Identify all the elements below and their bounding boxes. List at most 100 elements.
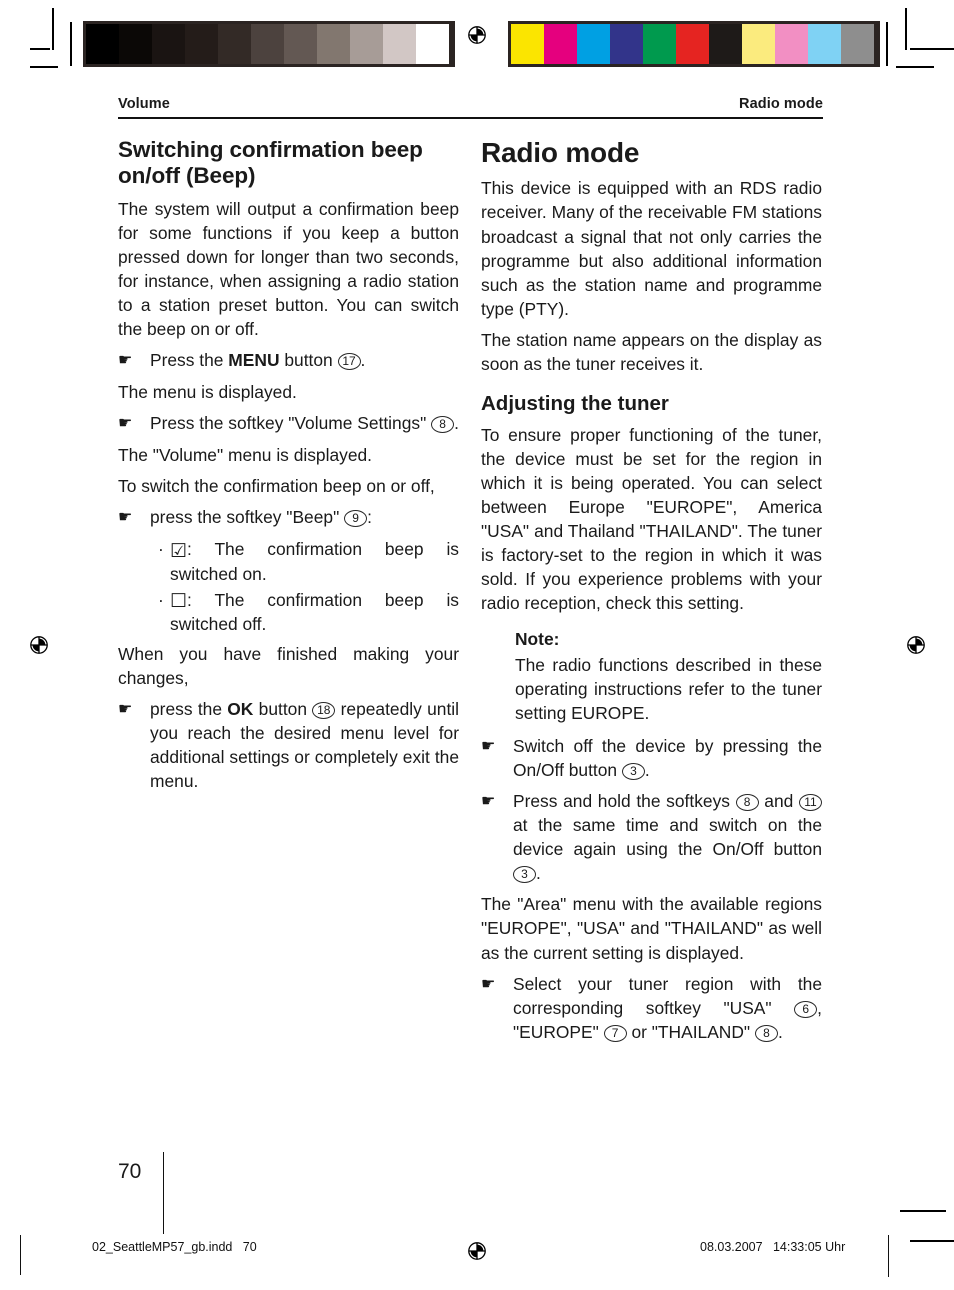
step-text-mid-2: at the same time and switch on the devic…	[513, 815, 822, 860]
running-head-left: Volume	[118, 96, 170, 112]
crop-mark-bottom-right-bleed	[910, 1240, 954, 1242]
reference-number: 3	[513, 866, 536, 884]
step-press-ok: ☛ press the OK button 18 repeatedly unti…	[118, 697, 459, 793]
running-head-right: Radio mode	[739, 96, 823, 112]
left-section-heading: Switching confirmation beep on/off (Beep…	[118, 137, 423, 189]
note-block: Note: The radio functions described in t…	[481, 627, 822, 724]
gray-swatch-8	[350, 24, 383, 64]
step-text: Press and hold the softkeys 8 and 11 at …	[513, 789, 822, 885]
step-text: Select your tuner region with the corres…	[513, 972, 822, 1044]
step-text-post: :	[367, 507, 372, 528]
left-intro-paragraph: The system will output a confirmation be…	[118, 198, 459, 340]
radio-mode-paragraph-2: The station name appears on the display …	[481, 329, 822, 375]
crop-mark-top-left-bleed	[30, 66, 58, 68]
gray-swatch-0	[86, 24, 119, 64]
folio-rule	[163, 1152, 164, 1234]
checkbox-checked-icon: ☑	[170, 540, 188, 562]
gray-swatch-5	[251, 24, 284, 64]
step-press-hold-softkeys: ☛ Press and hold the softkeys 8 and 11 a…	[481, 789, 822, 885]
option-text: ☑: The confirmation beep is switched on.	[170, 537, 459, 585]
step-text-post: .	[536, 863, 541, 884]
step-press-volume-settings: ☛ Press the softkey "Volume Settings" 8.	[118, 411, 459, 436]
gray-swatch-10	[416, 24, 449, 64]
gray-swatch-2	[152, 24, 185, 64]
registration-mark-right	[903, 632, 929, 658]
step-press-menu: ☛ Press the MENU button 17.	[118, 348, 459, 373]
crop-mark-top-right-horizontal	[910, 48, 954, 50]
color-swatch-7	[742, 24, 775, 64]
step-text: Press the softkey "Volume Settings" 8.	[150, 411, 459, 436]
step-text-pre: Select your tuner region with the corres…	[513, 973, 822, 1018]
step-text-pre: Press and hold the softkeys	[513, 791, 736, 812]
step-text-pre: press the softkey "Beep"	[150, 507, 345, 528]
note-body: The radio functions described in these o…	[515, 654, 822, 723]
step-text-mid: and	[758, 791, 799, 812]
hand-bullet-icon: ☛	[481, 793, 496, 811]
footer-filename: 02_SeattleMP57_gb.indd 70	[92, 1240, 257, 1254]
registration-mark-top-center	[464, 22, 490, 48]
gray-swatch-3	[185, 24, 218, 64]
step-text-pre: Press the softkey "Volume Settings"	[150, 413, 432, 434]
reference-number: 17	[337, 353, 361, 371]
gray-swatch-4	[218, 24, 251, 64]
footer-rule-right	[888, 1235, 889, 1277]
step-text-mid: button	[279, 350, 338, 371]
step-text-post: .	[360, 350, 366, 371]
step-text-mid-2: or "THAILAND"	[626, 1021, 755, 1042]
step-text-post: .	[777, 1021, 783, 1042]
color-calibration-bar	[508, 21, 880, 67]
closing-paragraph: When you have finished making your chang…	[118, 643, 459, 688]
page-number: 70	[118, 1160, 142, 1183]
crop-mark-top-right-bleed	[896, 66, 934, 68]
checkbox-empty-icon: ☐	[170, 591, 188, 613]
reference-number: 8	[735, 794, 759, 812]
step-text-post: .	[644, 759, 650, 780]
hand-bullet-icon: ☛	[118, 352, 133, 370]
crop-mark-top-right-trim-vertical	[886, 22, 888, 66]
reference-number: 7	[603, 1024, 627, 1042]
left-column: Switching confirmation beep on/off (Beep…	[118, 137, 459, 1051]
step-text-bold: OK	[227, 699, 254, 720]
color-swatch-2	[577, 24, 610, 64]
color-swatch-0	[511, 24, 544, 64]
running-head: Volume Radio mode	[118, 96, 823, 117]
color-swatch-5	[676, 24, 709, 64]
lead-switch-beep: To switch the confirmation beep on or of…	[118, 476, 435, 497]
result-area-menu: The "Area" menu with the available regio…	[481, 894, 822, 963]
hand-bullet-icon: ☛	[481, 737, 496, 755]
step-text: press the OK button 18 repeatedly until …	[150, 697, 459, 793]
reference-number: 8	[754, 1024, 778, 1042]
hand-bullet-icon: ☛	[118, 415, 133, 433]
adjusting-tuner-heading: Adjusting the tuner	[481, 392, 669, 416]
registration-mark-left	[26, 632, 52, 658]
reference-number: 8	[431, 416, 455, 434]
page-content: Volume Radio mode Switching confirmation…	[118, 96, 823, 1051]
right-column: Radio mode This device is equipped with …	[481, 137, 822, 1051]
step-text-pre: Press the	[150, 350, 229, 371]
color-swatch-10	[841, 24, 874, 64]
header-rule	[118, 117, 823, 119]
reference-number: 3	[621, 762, 645, 780]
crop-mark-top-right-vertical	[905, 8, 907, 50]
footer-timestamp: 08.03.2007 14:33:05 Uhr	[700, 1240, 846, 1254]
option-label: : The confirmation beep is switched off.	[170, 589, 459, 634]
adjusting-tuner-paragraph: To ensure proper functioning of the tune…	[481, 424, 822, 614]
color-swatch-9	[808, 24, 841, 64]
option-text: ☐: The confirmation beep is switched off…	[170, 588, 459, 636]
chapter-title: Radio mode	[481, 137, 640, 168]
bullet-dot-icon: ·	[158, 589, 164, 610]
gray-swatch-7	[317, 24, 350, 64]
step-select-tuner-region: ☛ Select your tuner region with the corr…	[481, 972, 822, 1044]
color-swatch-6	[709, 24, 742, 64]
step-text-post: .	[454, 413, 459, 434]
reference-number: 9	[344, 510, 368, 528]
step-text-bold: MENU	[228, 350, 280, 371]
reference-number: 18	[312, 702, 336, 720]
hand-bullet-icon: ☛	[481, 975, 496, 993]
registration-mark-bottom-center	[464, 1238, 490, 1264]
step-switch-off-device: ☛ Switch off the device by pressing the …	[481, 734, 822, 782]
option-beep-off: · ☐: The confirmation beep is switched o…	[118, 588, 459, 636]
option-beep-on: · ☑: The confirmation beep is switched o…	[118, 537, 459, 585]
color-swatch-8	[775, 24, 808, 64]
step-text-pre: Switch off the device by pressing the On…	[513, 735, 822, 780]
